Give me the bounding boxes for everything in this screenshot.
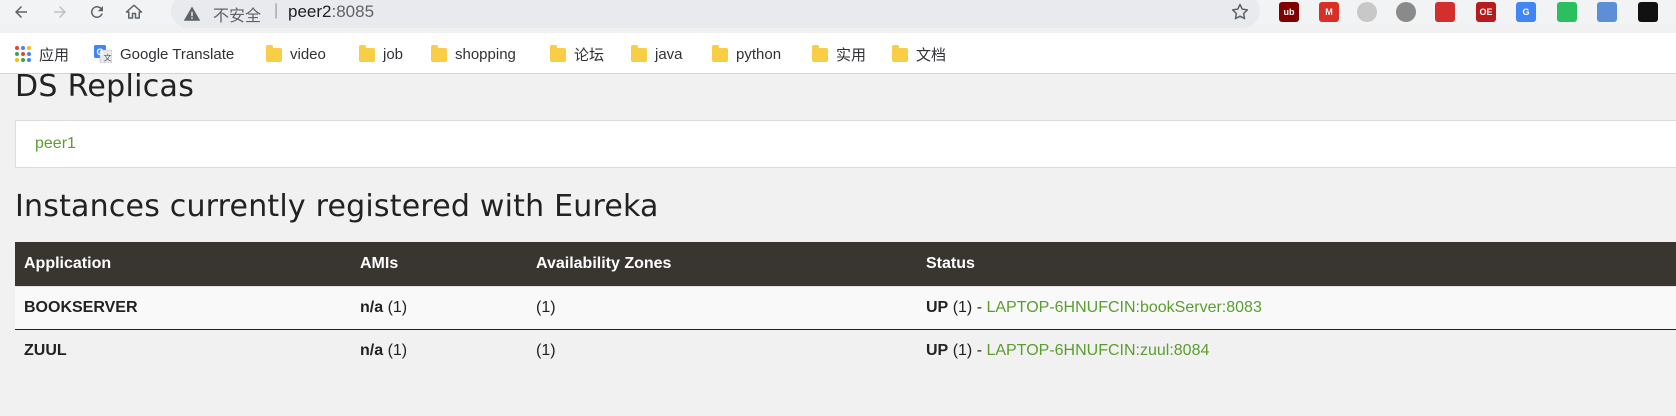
bookmark-label: 文档 <box>916 46 947 64</box>
tampermonkey-icon[interactable] <box>1638 2 1658 22</box>
bookmark-folder-forum[interactable]: 论坛 <box>550 43 604 65</box>
instances-title: Instances currently registered with Eure… <box>15 189 659 224</box>
translate-extension-icon[interactable]: G <box>1516 2 1536 22</box>
instances-table: Application AMIs Availability Zones Stat… <box>15 242 1676 372</box>
arrow-left-icon <box>15 6 27 18</box>
warning-icon <box>183 6 201 21</box>
url-host: peer2 <box>288 2 332 21</box>
ami-count: (1) <box>387 341 408 359</box>
cell-amis: n/a (1) <box>351 329 527 372</box>
replica-link-peer1[interactable]: peer1 <box>35 135 76 153</box>
apps-icon <box>15 46 31 62</box>
cell-status: UP (1) - LAPTOP-6HNUFCIN:bookServer:8083 <box>917 285 1676 330</box>
bookmark-folder-practical[interactable]: 实用 <box>812 43 866 65</box>
arrow-right-icon <box>54 6 66 18</box>
status-value: UP <box>926 341 949 359</box>
application-name: ZUUL <box>24 341 67 359</box>
bookmark-label: java <box>655 45 683 63</box>
url-port: :8085 <box>331 2 375 21</box>
folder-icon <box>431 45 447 62</box>
url-text: peer2:8085 <box>288 2 374 22</box>
bookmarks-bar: 应用 G 文 Google Translate video job shoppi… <box>0 33 1676 74</box>
bookmark-folder-shopping[interactable]: shopping <box>431 43 516 65</box>
ami-value: n/a <box>360 341 384 359</box>
gmail-icon[interactable]: M <box>1319 2 1339 22</box>
home-button[interactable] <box>121 0 147 24</box>
grey-extension-icon[interactable] <box>1357 2 1377 22</box>
ds-replicas-title: DS Replicas <box>15 69 195 104</box>
address-bar[interactable]: 不安全 | peer2:8085 <box>171 0 1260 28</box>
status-value: UP <box>926 298 949 316</box>
column-header-amis: AMIs <box>351 242 527 286</box>
folder-icon <box>892 45 908 62</box>
table-row: BOOKSERVER n/a (1) (1) UP (1) - LAPTOP-6… <box>15 285 1676 330</box>
replicas-list: peer1 <box>15 120 1676 168</box>
bookmark-label: python <box>736 45 782 63</box>
oe-extension-icon[interactable]: OE <box>1476 2 1496 22</box>
ami-value: n/a <box>360 298 384 316</box>
cell-application: ZUUL <box>15 329 351 372</box>
column-header-status: Status <box>917 242 1676 286</box>
bookmark-label: job <box>383 45 404 63</box>
cell-status: UP (1) - LAPTOP-6HNUFCIN:zuul:8084 <box>917 329 1676 372</box>
evernote-icon[interactable] <box>1557 2 1577 22</box>
bookmark-folder-job[interactable]: job <box>359 43 403 65</box>
blocker-extension-icon[interactable] <box>1435 2 1455 22</box>
bookmark-label: video <box>290 45 326 63</box>
svg-text:G: G <box>97 47 104 57</box>
home-icon <box>125 4 143 19</box>
column-header-availability-zones: Availability Zones <box>527 242 917 286</box>
forward-button[interactable] <box>47 0 73 24</box>
blue-extension-icon[interactable] <box>1597 2 1617 22</box>
bookmark-folder-java[interactable]: java <box>631 43 683 65</box>
bookmark-folder-python[interactable]: python <box>712 43 781 65</box>
application-name: BOOKSERVER <box>24 298 138 316</box>
bookmark-label: 应用 <box>39 46 70 64</box>
bookmark-folder-video[interactable]: video <box>266 43 326 65</box>
circle-extension-icon[interactable] <box>1396 2 1416 22</box>
folder-icon <box>359 45 375 62</box>
bookmark-apps[interactable]: 应用 <box>15 43 69 65</box>
table-row: ZUUL n/a (1) (1) UP (1) - LAPTOP-6HNUFCI… <box>15 329 1676 372</box>
bookmark-google-translate[interactable]: G 文 Google Translate <box>94 43 234 65</box>
folder-icon <box>266 45 282 62</box>
instance-link[interactable]: LAPTOP-6HNUFCIN:bookServer:8083 <box>986 299 1261 316</box>
page-content: DS Replicas peer1 Instances currently re… <box>0 69 1676 416</box>
folder-icon <box>812 45 828 62</box>
bookmark-folder-docs[interactable]: 文档 <box>892 43 946 65</box>
column-header-application: Application <box>15 242 351 286</box>
table-header-row: Application AMIs Availability Zones Stat… <box>15 242 1676 286</box>
instance-link[interactable]: LAPTOP-6HNUFCIN:zuul:8084 <box>986 342 1209 359</box>
back-button[interactable] <box>8 0 34 24</box>
bookmark-label: 论坛 <box>574 46 605 64</box>
ami-count: (1) <box>387 298 408 316</box>
bookmark-label: shopping <box>455 45 516 63</box>
folder-icon <box>550 45 566 62</box>
status-count: (1) - <box>952 298 983 316</box>
cell-zones: (1) <box>527 329 917 372</box>
browser-toolbar: 不安全 | peer2:8085 ub M OE G <box>0 0 1676 28</box>
reload-icon <box>90 5 103 18</box>
svg-text:文: 文 <box>104 53 112 63</box>
cell-zones: (1) <box>527 285 917 330</box>
bookmark-label: Google Translate <box>120 45 235 63</box>
security-label: 不安全 <box>213 8 262 25</box>
cell-application: BOOKSERVER <box>15 285 351 330</box>
status-count: (1) - <box>952 341 983 359</box>
address-separator: | <box>274 2 279 19</box>
cell-amis: n/a (1) <box>351 285 527 330</box>
folder-icon <box>631 45 647 62</box>
google-translate-icon: G 文 <box>94 45 112 63</box>
bookmark-label: 实用 <box>836 46 867 64</box>
ublock-icon[interactable]: ub <box>1279 2 1299 22</box>
folder-icon <box>712 45 728 62</box>
reload-button[interactable] <box>84 0 110 24</box>
bookmark-star-icon[interactable] <box>1230 2 1250 22</box>
